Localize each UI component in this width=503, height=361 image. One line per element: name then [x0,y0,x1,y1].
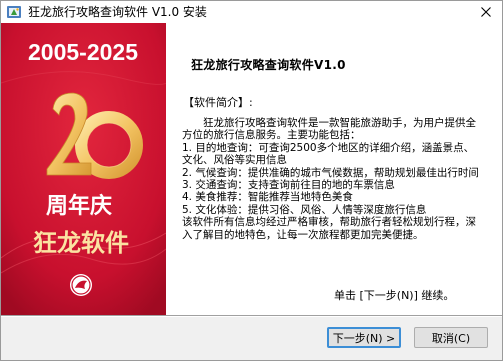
close-icon [480,7,491,17]
software-description: 狂龙旅行攻略查询软件是一款智能旅游助手，为用户提供全方位的旅行信息服务。主要功能… [182,117,479,241]
close-button[interactable] [469,1,502,23]
title-bar[interactable]: 狂龙旅行攻略查询软件 V1.0 安装 [1,1,502,23]
wizard-page: 2005-2025 20 周年庆 狂龙软件 狂龙旅行攻略查询软件V1.0 【软件… [1,23,502,315]
next-button[interactable]: 下一步(N) > [327,327,401,348]
intro-label: 【软件简介】: [183,96,253,109]
banner-brand: 狂龙软件 [33,229,129,257]
divider [1,315,502,317]
banner-anniversary: 周年庆 [46,193,112,219]
cancel-button[interactable]: 取消(C) [414,327,488,348]
installer-app-icon [7,6,21,18]
page-heading: 狂龙旅行攻略查询软件V1.0 [191,58,346,72]
anniversary-banner-graphic: 2005-2025 20 周年庆 狂龙软件 [1,23,166,315]
window-title: 狂龙旅行攻略查询软件 V1.0 安装 [28,5,207,19]
next-hint: 单击 [下一步(N)] 继续。 [334,289,455,302]
anniversary-banner: 2005-2025 20 周年庆 狂龙软件 [1,23,166,315]
banner-years: 2005-2025 [28,39,138,65]
brand-logo-icon [70,274,92,296]
installer-window: 狂龙旅行攻略查询软件 V1.0 安装 2005-2025 周年庆 狂龙软件 狂龙… [0,0,503,361]
content-panel: 狂龙旅行攻略查询软件V1.0 【软件简介】: 狂龙旅行攻略查询软件是一款智能旅游… [166,23,502,315]
